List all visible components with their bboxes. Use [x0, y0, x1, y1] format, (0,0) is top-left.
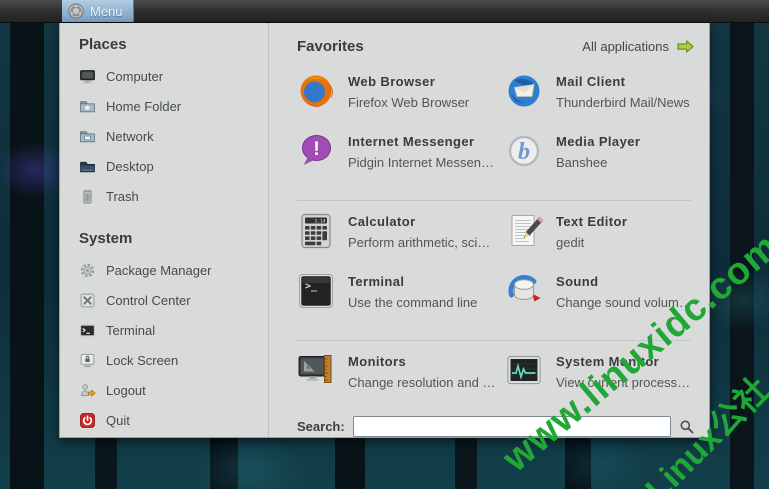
sidebar-item-lock-screen[interactable]: Lock Screen — [79, 345, 268, 375]
computer-icon — [79, 68, 96, 85]
svg-text:b: b — [518, 139, 530, 165]
favorite-item-subtitle: Use the command line — [348, 295, 478, 310]
terminal-dark-icon: >_ — [297, 272, 335, 310]
sidebar-item-label: Control Center — [106, 292, 191, 308]
favorite-item-terminal[interactable]: >_ Terminal Use the command line — [297, 271, 505, 331]
svg-text:3.14: 3.14 — [314, 218, 325, 224]
favorite-item-subtitle: gedit — [556, 235, 585, 250]
favorite-item-system-monitor[interactable]: System Monitor View current processes … — [505, 351, 695, 411]
favorite-item-subtitle: Change sound volume a… — [556, 295, 695, 310]
desktop-icon — [79, 158, 96, 175]
favorite-item-subtitle: Change resolution and … — [348, 375, 496, 390]
sidebar-item-label: Quit — [106, 412, 130, 428]
favorite-item-internet-messenger[interactable]: ! Internet Messenger Pidgin Internet Messe… — [297, 131, 505, 191]
favorite-item-title: Media Player — [556, 134, 641, 149]
favorite-item-mail-client[interactable]: Mail Client Thunderbird Mail/News — [505, 71, 695, 131]
sidebar-item-label: Trash — [106, 188, 139, 204]
menu-button[interactable]: Menu — [62, 0, 134, 22]
sidebar-item-desktop[interactable]: Desktop — [79, 151, 268, 181]
sidebar-item-quit[interactable]: Quit — [79, 405, 268, 435]
favorite-item-subtitle: Banshee — [556, 155, 608, 170]
favorite-item-subtitle: Perform arithmetic, sci… — [348, 235, 491, 250]
favorite-item-title: Sound — [556, 274, 599, 289]
favorite-item-title: Text Editor — [556, 214, 628, 229]
svg-text:>_: >_ — [305, 281, 318, 292]
sidebar-item-trash[interactable]: Trash — [79, 181, 268, 211]
favorites-pane: Favorites All applications Web Browser Fi… — [269, 23, 709, 437]
sidebar-item-control-center[interactable]: Control Center — [79, 285, 268, 315]
system-monitor-icon — [505, 352, 543, 390]
favorite-item-subtitle: Firefox Web Browser — [348, 95, 470, 110]
calculator-icon: 3.14 — [297, 212, 335, 250]
sidebar-item-home-folder[interactable]: Home Folder — [79, 91, 268, 121]
sidebar-item-label: Terminal — [106, 322, 156, 338]
sidebar: Places Computer Home Folder Network Desktop T… — [60, 23, 269, 437]
sidebar-item-computer[interactable]: Computer — [79, 61, 268, 91]
all-applications-label: All applications — [582, 38, 669, 54]
logout-icon — [79, 382, 96, 399]
sidebar-item-package-manager[interactable]: Package Manager — [79, 255, 268, 285]
home-folder-icon — [79, 98, 96, 115]
favorite-item-subtitle: Pidgin Internet Messen… — [348, 155, 494, 170]
sidebar-item-label: Home Folder — [106, 98, 182, 114]
favorites-separator — [297, 331, 695, 351]
favorite-item-calculator[interactable]: 3.14 Calculator Perform arithmetic, sci… — [297, 211, 505, 271]
group-title-system: System — [79, 230, 133, 247]
thunderbird-icon — [505, 72, 543, 110]
all-applications-button[interactable]: All applications — [582, 39, 695, 54]
sidebar-item-label: Computer — [106, 68, 164, 84]
control-center-icon — [79, 292, 96, 309]
favorite-item-title: System Monitor — [556, 354, 660, 369]
favorite-item-text-editor[interactable]: Text Editor gedit — [505, 211, 695, 271]
search-label: Search: — [297, 419, 345, 434]
favorite-item-subtitle: View current processes … — [556, 375, 695, 390]
favorite-item-title: Monitors — [348, 354, 407, 369]
terminal-icon — [79, 322, 96, 339]
lock-screen-icon — [79, 352, 96, 369]
monitors-icon — [297, 352, 335, 390]
search-input[interactable] — [352, 416, 671, 437]
sidebar-item-label: Logout — [106, 382, 146, 398]
sidebar-item-label: Network — [106, 128, 154, 144]
sidebar-item-label: Package Manager — [106, 262, 212, 278]
package-manager-icon — [79, 262, 96, 279]
favorites-grid: Web Browser Firefox Web Browser Mail Clien… — [297, 71, 695, 411]
sound-icon — [505, 272, 543, 310]
favorite-item-title: Web Browser — [348, 74, 436, 89]
sidebar-item-label: Lock Screen — [106, 352, 179, 368]
favorite-item-title: Mail Client — [556, 74, 626, 89]
firefox-icon — [297, 72, 335, 110]
arrow-right-icon — [676, 39, 695, 54]
top-panel-bar: Menu — [0, 0, 769, 23]
favorite-item-web-browser[interactable]: Web Browser Firefox Web Browser — [297, 71, 505, 131]
menu-button-label: Menu — [90, 3, 123, 19]
quit-icon — [79, 412, 96, 429]
favorite-item-monitors[interactable]: Monitors Change resolution and … — [297, 351, 505, 411]
favorite-item-subtitle: Thunderbird Mail/News — [556, 95, 690, 110]
svg-text:!: ! — [313, 139, 319, 160]
main-menu-panel: Places Computer Home Folder Network Desktop T… — [59, 23, 710, 438]
favorite-item-title: Terminal — [348, 274, 405, 289]
favorite-item-sound[interactable]: Sound Change sound volume a… — [505, 271, 695, 331]
sidebar-item-terminal[interactable]: Terminal — [79, 315, 268, 345]
network-icon — [79, 128, 96, 145]
sidebar-item-logout[interactable]: Logout — [79, 375, 268, 405]
pidgin-icon: ! — [297, 132, 335, 170]
favorites-title: Favorites — [297, 37, 364, 55]
favorites-separator — [297, 191, 695, 211]
favorite-item-media-player[interactable]: b Media Player Banshee — [505, 131, 695, 191]
favorite-item-title: Calculator — [348, 214, 416, 229]
sidebar-item-network[interactable]: Network — [79, 121, 268, 151]
distro-logo-icon — [68, 3, 84, 19]
group-title-places: Places — [79, 36, 127, 53]
favorite-item-title: Internet Messenger — [348, 134, 475, 149]
sidebar-item-label: Desktop — [106, 158, 154, 174]
trash-icon — [79, 188, 96, 205]
banshee-icon: b — [505, 132, 543, 170]
search-row: Search: — [297, 416, 695, 437]
text-editor-icon — [505, 212, 543, 250]
search-icon — [679, 419, 695, 435]
